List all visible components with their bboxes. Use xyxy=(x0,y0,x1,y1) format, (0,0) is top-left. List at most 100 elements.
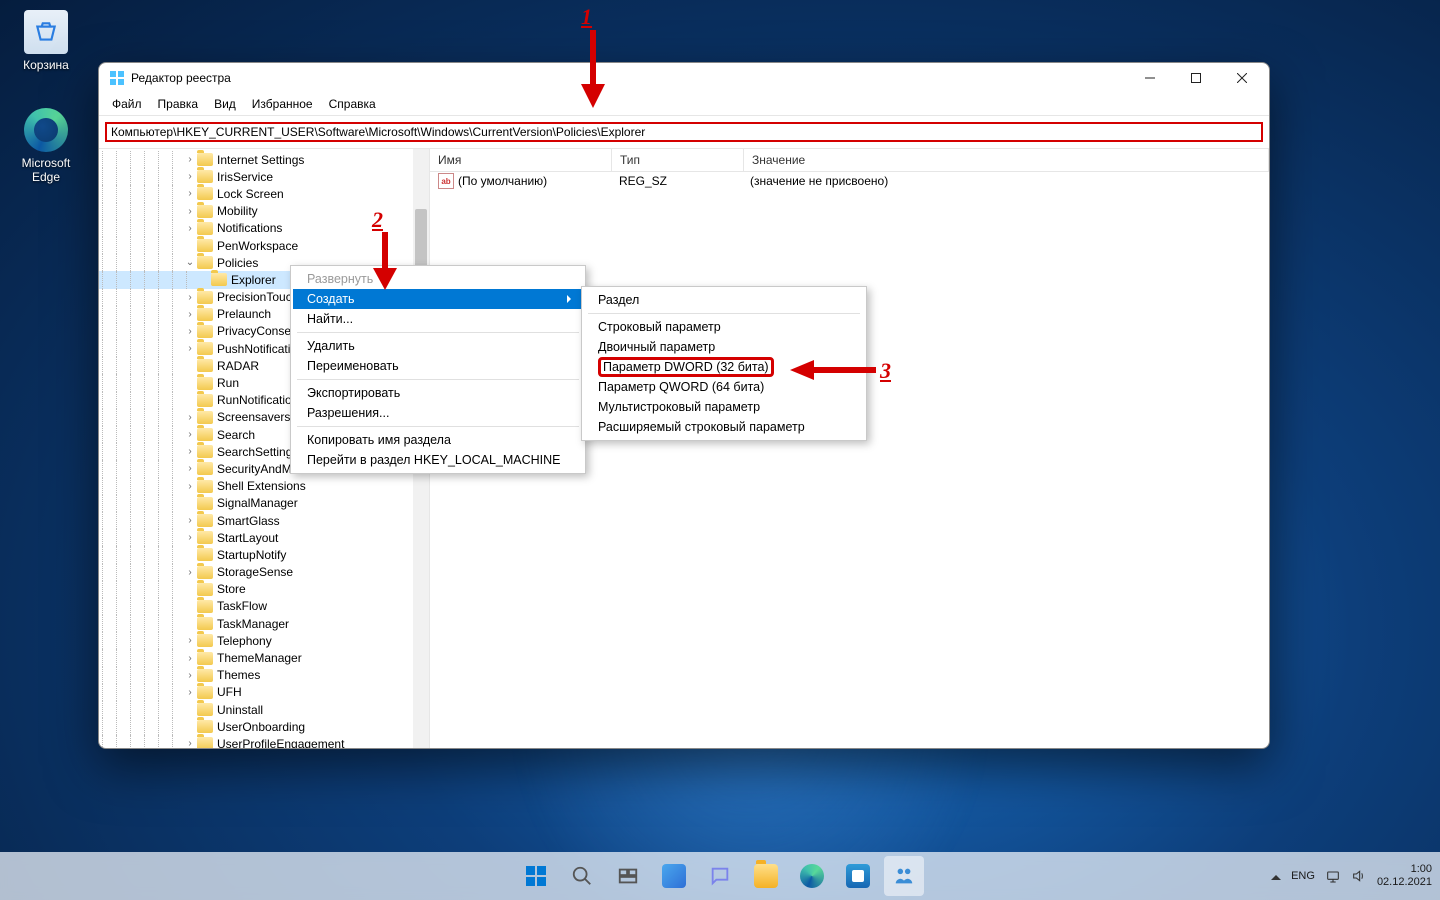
expand-icon[interactable]: › xyxy=(183,343,197,354)
ctx-key-item[interactable]: Копировать имя раздела xyxy=(293,430,583,450)
tree-item[interactable]: ›UserProfileEngagement xyxy=(99,735,429,748)
folder-icon xyxy=(197,720,213,733)
tree-item[interactable]: StartupNotify xyxy=(99,546,429,563)
tree-item-label: Internet Settings xyxy=(217,153,304,167)
tree-item[interactable]: ›UFH xyxy=(99,684,429,701)
tree-item[interactable]: TaskFlow xyxy=(99,598,429,615)
menu-file[interactable]: Файл xyxy=(105,95,149,113)
taskbar-app-icon[interactable] xyxy=(884,856,924,896)
value-row[interactable]: ab (По умолчанию) REG_SZ (значение не пр… xyxy=(430,172,1269,190)
taskbar-explorer-icon[interactable] xyxy=(746,856,786,896)
expand-icon[interactable]: › xyxy=(183,687,197,698)
address-bar[interactable]: Компьютер\HKEY_CURRENT_USER\Software\Mic… xyxy=(105,120,1263,144)
address-input[interactable]: Компьютер\HKEY_CURRENT_USER\Software\Mic… xyxy=(105,122,1263,142)
ctx-new-item[interactable]: Раздел xyxy=(584,290,864,310)
taskbar-taskview-icon[interactable] xyxy=(608,856,648,896)
expand-icon[interactable]: › xyxy=(183,532,197,543)
tray-volume-icon[interactable] xyxy=(1351,868,1367,884)
tray-network-icon[interactable] xyxy=(1325,868,1341,884)
ctx-key-item[interactable]: Перейти в раздел HKEY_LOCAL_MACHINE xyxy=(293,450,583,470)
col-name[interactable]: Имя xyxy=(430,149,612,171)
taskbar-edge-icon[interactable] xyxy=(792,856,832,896)
folder-icon xyxy=(197,686,213,699)
ctx-new-item[interactable]: Расширяемый строковый параметр xyxy=(584,417,864,437)
tray-clock[interactable]: 1:00 02.12.2021 xyxy=(1377,863,1432,889)
titlebar[interactable]: Редактор реестра xyxy=(99,63,1269,93)
taskbar-widgets-icon[interactable] xyxy=(654,856,694,896)
expand-icon[interactable]: ⌄ xyxy=(183,257,197,268)
expand-icon[interactable]: › xyxy=(183,738,197,748)
ctx-key-item[interactable]: Экспортировать xyxy=(293,383,583,403)
expand-icon[interactable]: › xyxy=(183,206,197,217)
folder-icon xyxy=(197,531,213,544)
folder-icon xyxy=(197,308,213,321)
taskbar-chat-icon[interactable] xyxy=(700,856,740,896)
tree-item-label: RADAR xyxy=(217,359,259,373)
tree-item[interactable]: ›ThemeManager xyxy=(99,649,429,666)
expand-icon[interactable]: › xyxy=(183,154,197,165)
expand-icon[interactable]: › xyxy=(183,515,197,526)
tree-item[interactable]: TaskManager xyxy=(99,615,429,632)
start-button[interactable] xyxy=(516,856,556,896)
tree-item[interactable]: › Internet Settings xyxy=(99,151,429,168)
taskbar-store-icon[interactable] xyxy=(838,856,878,896)
tree-item-label: RunNotification xyxy=(217,393,298,407)
folder-icon xyxy=(197,170,213,183)
ctx-new-item[interactable]: Строковый параметр xyxy=(584,317,864,337)
ctx-key-item[interactable]: Удалить xyxy=(293,336,583,356)
expand-icon[interactable]: › xyxy=(183,292,197,303)
tree-item[interactable]: UserOnboarding xyxy=(99,718,429,735)
tray-language[interactable]: ENG xyxy=(1291,870,1315,882)
expand-icon[interactable]: › xyxy=(183,481,197,492)
ctx-key-item[interactable]: Создать xyxy=(293,289,583,309)
folder-icon xyxy=(197,634,213,647)
folder-icon xyxy=(197,514,213,527)
tree-item[interactable]: Uninstall xyxy=(99,701,429,718)
expand-icon[interactable]: › xyxy=(183,653,197,664)
taskbar[interactable]: ENG 1:00 02.12.2021 xyxy=(0,852,1440,900)
desktop-icon-edge[interactable]: Microsoft Edge xyxy=(8,108,84,184)
menu-favorites[interactable]: Избранное xyxy=(245,95,320,113)
minimize-button[interactable] xyxy=(1127,63,1173,93)
tree-item[interactable]: ›StartLayout xyxy=(99,529,429,546)
ctx-new-item[interactable]: Мультистроковый параметр xyxy=(584,397,864,417)
menu-edit[interactable]: Правка xyxy=(151,95,206,113)
expand-icon[interactable]: › xyxy=(183,429,197,440)
tree-item-label: Themes xyxy=(217,668,260,682)
tree-item[interactable]: ›Shell Extensions xyxy=(99,478,429,495)
tree-item[interactable]: ›SmartGlass xyxy=(99,512,429,529)
close-button[interactable] xyxy=(1219,63,1265,93)
expand-icon[interactable]: › xyxy=(183,412,197,423)
maximize-button[interactable] xyxy=(1173,63,1219,93)
menu-view[interactable]: Вид xyxy=(207,95,243,113)
tree-item[interactable]: SignalManager xyxy=(99,495,429,512)
expand-icon[interactable]: › xyxy=(183,223,197,234)
taskbar-search-icon[interactable] xyxy=(562,856,602,896)
desktop-icon-recycle-bin[interactable]: Корзина xyxy=(8,10,84,72)
expand-icon[interactable]: › xyxy=(183,171,197,182)
expand-icon[interactable]: › xyxy=(183,635,197,646)
ctx-new-item[interactable]: Двоичный параметр xyxy=(584,337,864,357)
tree-item[interactable]: Store xyxy=(99,581,429,598)
expand-icon[interactable]: › xyxy=(183,309,197,320)
tray-overflow-icon[interactable] xyxy=(1271,870,1281,880)
ctx-key-item[interactable]: Переименовать xyxy=(293,356,583,376)
tree-item[interactable]: ›Telephony xyxy=(99,632,429,649)
menu-help[interactable]: Справка xyxy=(322,95,383,113)
tree-item[interactable]: ›StorageSense xyxy=(99,564,429,581)
tray-date: 02.12.2021 xyxy=(1377,876,1432,889)
expand-icon[interactable]: › xyxy=(183,446,197,457)
ctx-key-item[interactable]: Найти... xyxy=(293,309,583,329)
expand-icon[interactable]: › xyxy=(183,670,197,681)
ctx-key-item[interactable]: Разрешения... xyxy=(293,403,583,423)
tree-item[interactable]: ›IrisService xyxy=(99,168,429,185)
expand-icon[interactable]: › xyxy=(183,326,197,337)
col-type[interactable]: Тип xyxy=(612,149,744,171)
tree-item[interactable]: › Themes xyxy=(99,667,429,684)
tree-item[interactable]: ›Lock Screen xyxy=(99,185,429,202)
expand-icon[interactable]: › xyxy=(183,463,197,474)
expand-icon[interactable]: › xyxy=(183,567,197,578)
expand-icon[interactable]: › xyxy=(183,188,197,199)
col-value[interactable]: Значение xyxy=(744,149,1269,171)
folder-icon xyxy=(197,617,213,630)
